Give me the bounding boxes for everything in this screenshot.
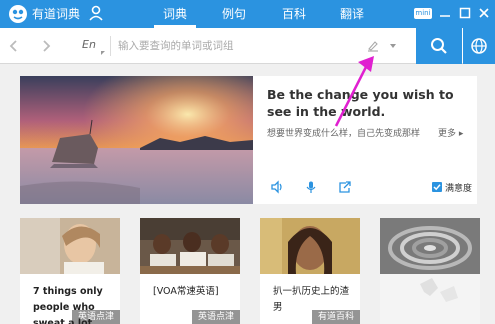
search-icon: [431, 38, 447, 54]
quote-translation: 想要世界变成什么样，自己先变成那样: [267, 129, 421, 139]
tab-examples[interactable]: 例句: [200, 0, 268, 28]
main-nav: 词典 例句 百科 翻译: [150, 0, 384, 28]
category-tag: 英语点津: [191, 310, 240, 324]
check-icon: [433, 184, 441, 191]
card-image-portrait: [260, 218, 360, 274]
card-image-spiral-lower: [380, 274, 480, 324]
tab-translate[interactable]: 翻译: [320, 0, 384, 28]
language-selector[interactable]: En: [82, 38, 96, 51]
satisfaction-label: 满意度: [445, 184, 473, 194]
maximize-icon[interactable]: [458, 6, 472, 20]
language-corner-icon: [101, 51, 105, 55]
tab-dictionary[interactable]: 词典: [150, 0, 200, 28]
user-icon[interactable]: [89, 5, 103, 21]
search-button[interactable]: [416, 28, 462, 64]
news-card[interactable]: 有道百科 扒一扒历史上的渣男: [260, 218, 360, 324]
card-image-spiral: [380, 218, 480, 274]
divider: [110, 36, 111, 56]
search-input[interactable]: [118, 36, 358, 56]
globe-icon: [471, 38, 487, 54]
satisfaction-checkbox[interactable]: [432, 182, 442, 192]
card-image-classroom: [140, 218, 240, 274]
app-title: 有道词典: [32, 7, 81, 21]
share-icon[interactable]: [338, 180, 352, 194]
speaker-icon[interactable]: [270, 180, 284, 194]
web-search-button[interactable]: [463, 28, 495, 64]
minimize-icon[interactable]: [438, 6, 452, 20]
news-card[interactable]: 英语点津 7 things only people who sweat a lo…: [20, 218, 120, 324]
youdao-logo-icon: [9, 5, 27, 23]
tab-encyclopedia[interactable]: 百科: [268, 0, 320, 28]
card-title: 扒一扒历史上的渣男: [273, 286, 350, 313]
news-card[interactable]: 英语点津 [VOA常速英语]: [140, 218, 240, 324]
card-title: 7 things only people who sweat a lot: [33, 286, 103, 324]
card-image-woman: [20, 218, 120, 274]
more-link[interactable]: 更多 ▸: [438, 126, 463, 139]
handwriting-icon[interactable]: [366, 39, 380, 53]
sunset-landscape-image[interactable]: [20, 76, 253, 204]
mini-mode-button[interactable]: mini: [414, 8, 432, 19]
chevron-down-icon[interactable]: [390, 44, 396, 48]
daily-quote: Be the change you wish to see in the wor…: [267, 87, 454, 119]
forward-arrow-icon[interactable]: [38, 38, 54, 54]
back-arrow-icon[interactable]: [6, 38, 22, 54]
close-icon[interactable]: [477, 6, 491, 20]
title-bar: 有道词典 词典 例句 百科 翻译 mini: [0, 0, 495, 28]
gallery-card[interactable]: 图集: [380, 218, 480, 324]
card-title: [VOA常速英语]: [153, 286, 219, 297]
microphone-icon[interactable]: [304, 180, 318, 194]
daily-sentence-card: Be the change you wish to see in the wor…: [20, 76, 477, 204]
